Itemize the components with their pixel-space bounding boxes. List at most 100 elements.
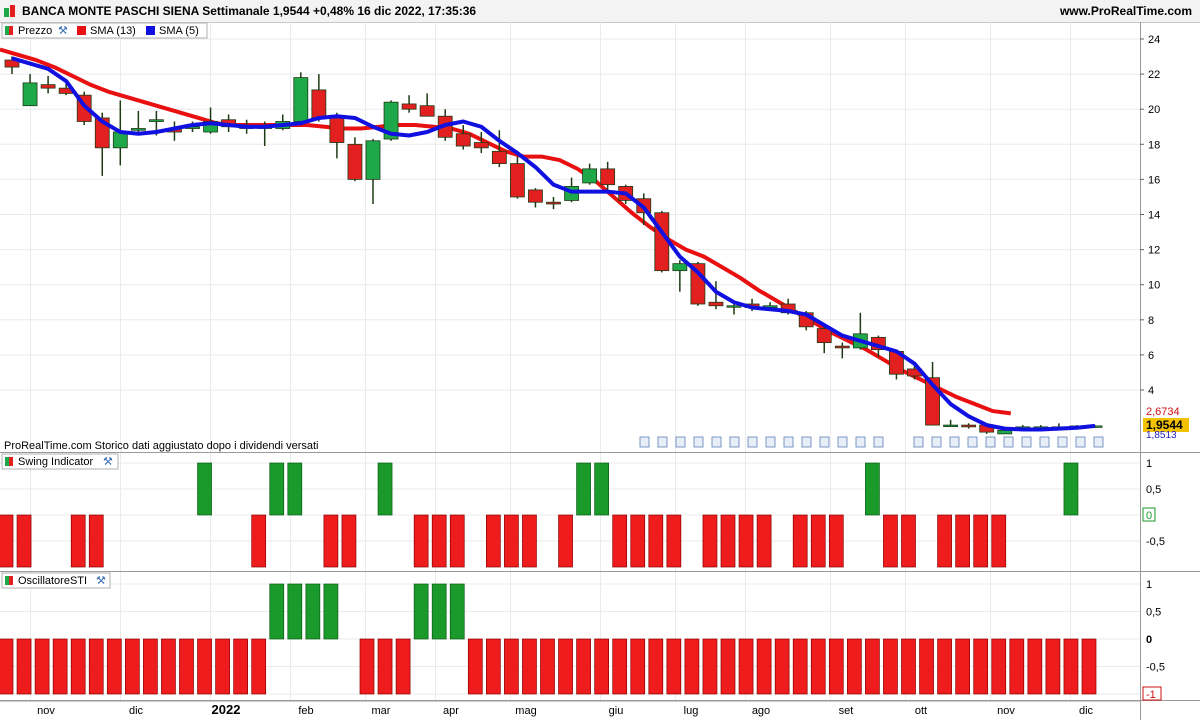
candle[interactable] xyxy=(401,95,417,113)
x-tick-label: nov xyxy=(37,705,55,717)
wrench-icon: ⚒ xyxy=(103,456,113,468)
swing-bar xyxy=(413,514,429,568)
candle[interactable] xyxy=(130,110,146,134)
event-doc-icon[interactable] xyxy=(985,436,996,448)
legend-label-prezzo[interactable]: Prezzo xyxy=(18,25,52,37)
event-doc-icon[interactable] xyxy=(657,436,668,448)
event-doc-icon[interactable] xyxy=(1021,436,1032,448)
chart-window: BANCA MONTE PASCHI SIENA Settimanale 1,9… xyxy=(0,0,1200,720)
swing-bar xyxy=(702,514,718,568)
swing-indicator-label[interactable]: Swing Indicator xyxy=(18,456,94,468)
candle-body xyxy=(509,163,525,198)
oscillator-bar xyxy=(395,638,411,695)
candle[interactable] xyxy=(275,114,291,131)
candle-body xyxy=(40,84,56,89)
event-doc-icon[interactable] xyxy=(949,436,960,448)
oscillator-bar xyxy=(702,638,718,695)
oscillator-bar xyxy=(630,638,646,695)
swing-bar xyxy=(88,514,104,568)
candle[interactable] xyxy=(419,93,435,117)
oscillator-bar xyxy=(70,638,86,695)
event-doc-icon[interactable] xyxy=(1093,436,1104,448)
oscillator-bar xyxy=(684,638,700,695)
event-doc-icon[interactable] xyxy=(639,436,650,448)
y-tick-label: 0 xyxy=(1146,634,1152,646)
x-tick-label: lug xyxy=(684,705,699,717)
candle[interactable] xyxy=(546,196,561,210)
candle[interactable] xyxy=(40,75,56,94)
oscillator-bar xyxy=(883,638,898,695)
candle-body xyxy=(148,119,164,122)
event-doc-icon[interactable] xyxy=(729,436,740,448)
event-doc-icon[interactable] xyxy=(837,436,848,448)
event-doc-icon[interactable] xyxy=(765,436,776,448)
chart-canvas[interactable]: 4681012141618202224Prezzo ⚒ SMA (13) SMA (5… xyxy=(0,0,1200,720)
y-tick-label: 14 xyxy=(1148,210,1160,222)
event-doc-icon[interactable] xyxy=(855,436,866,448)
price-legend-swatch-red xyxy=(9,26,13,35)
oscillator-bar xyxy=(215,638,230,695)
oscillator-bar xyxy=(1081,638,1097,695)
oscillator-bar xyxy=(52,638,68,695)
candle[interactable] xyxy=(672,260,688,292)
oscillator-bar xyxy=(16,638,32,695)
x-tick-label: 2022 xyxy=(212,702,241,717)
y-tick-label: 0 xyxy=(1146,510,1152,522)
swing-bar xyxy=(0,514,14,568)
event-doc-icon[interactable] xyxy=(913,436,924,448)
event-doc-icon[interactable] xyxy=(873,436,884,448)
candle[interactable] xyxy=(509,156,525,199)
event-doc-icon[interactable] xyxy=(693,436,704,448)
swing-bar xyxy=(630,514,646,568)
oscillator-bar xyxy=(287,583,303,640)
oscillator-bar xyxy=(991,638,1007,695)
event-doc-icon[interactable] xyxy=(1003,436,1014,448)
oscillator-bar xyxy=(810,638,826,695)
swing-bar xyxy=(720,514,736,568)
candle-body xyxy=(293,77,309,122)
oscillator-bar xyxy=(1063,638,1079,695)
event-doc-icon[interactable] xyxy=(747,436,758,448)
event-doc-icon[interactable] xyxy=(1075,436,1086,448)
candle[interactable] xyxy=(816,326,832,354)
candle[interactable] xyxy=(961,423,977,429)
candle[interactable] xyxy=(528,188,543,208)
oscillator-bar xyxy=(377,638,393,695)
event-doc-icon[interactable] xyxy=(931,436,942,448)
sma5-legend-swatch xyxy=(146,26,155,35)
event-doc-icon[interactable] xyxy=(819,436,830,448)
oscillator-bar xyxy=(865,638,880,695)
oscillator-bar xyxy=(576,638,591,695)
x-tick-label: feb xyxy=(298,705,313,717)
candle[interactable] xyxy=(293,72,309,124)
candle[interactable] xyxy=(925,361,940,426)
event-doc-icon[interactable] xyxy=(1039,436,1050,448)
oscillator-bar xyxy=(486,638,501,695)
legend-label-sma13[interactable]: SMA (13) xyxy=(90,25,136,37)
candle-body xyxy=(708,301,724,307)
x-tick-label: set xyxy=(839,705,854,717)
swing-bar xyxy=(937,514,952,568)
event-doc-icon[interactable] xyxy=(675,436,686,448)
event-doc-icon[interactable] xyxy=(801,436,812,448)
y-tick-label: -0,5 xyxy=(1146,662,1165,674)
candle[interactable] xyxy=(943,419,958,428)
candle[interactable] xyxy=(834,342,850,359)
candle[interactable] xyxy=(365,139,381,204)
candle[interactable] xyxy=(582,163,597,185)
event-doc-icon[interactable] xyxy=(967,436,978,448)
oscillator-bar xyxy=(738,638,754,695)
candle[interactable] xyxy=(22,74,38,107)
legend-label-sma5[interactable]: SMA (5) xyxy=(159,25,199,37)
y-tick-label: 1 xyxy=(1146,458,1152,470)
candle-body xyxy=(130,128,146,131)
event-doc-icon[interactable] xyxy=(1057,436,1068,448)
candle[interactable] xyxy=(311,74,327,122)
candle[interactable] xyxy=(329,112,345,159)
event-doc-icon[interactable] xyxy=(711,436,722,448)
oscillatore-label[interactable]: OscillatoreSTI xyxy=(18,575,87,587)
x-tick-label: ago xyxy=(752,705,770,717)
event-doc-icon[interactable] xyxy=(783,436,794,448)
swing-bar xyxy=(486,514,501,568)
oscillator-bar xyxy=(143,638,158,695)
